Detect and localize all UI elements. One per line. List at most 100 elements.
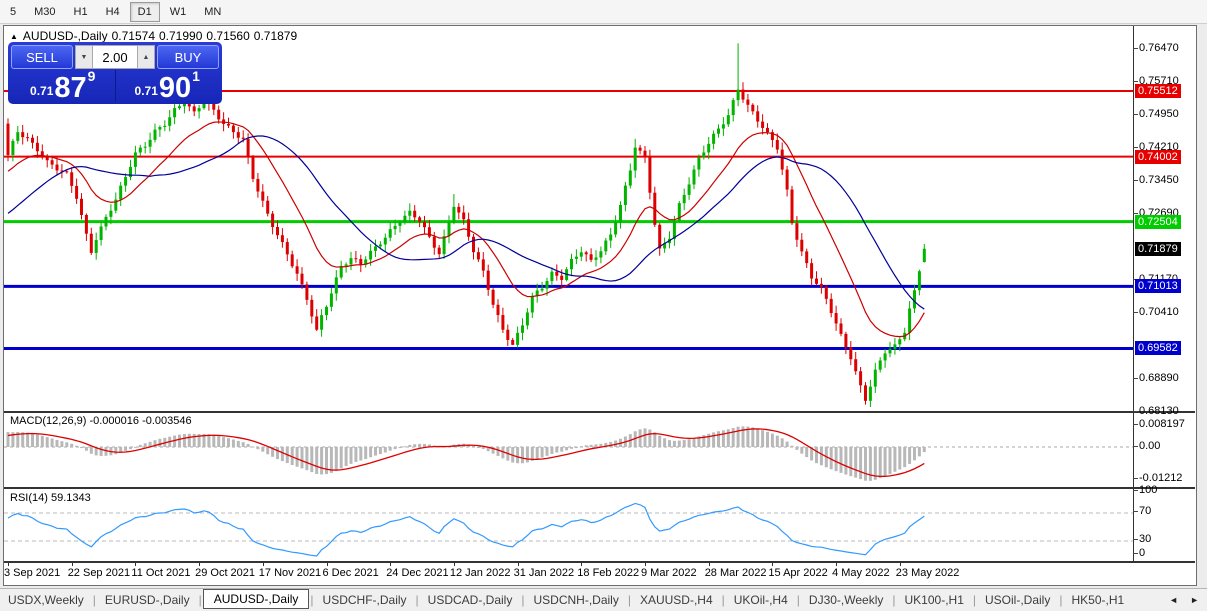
ohlc-low: 0.71560	[206, 29, 250, 43]
tab-separator: |	[1059, 593, 1063, 607]
bid-sup: 9	[87, 68, 96, 84]
time-axis-tick	[708, 562, 710, 566]
price-level-label: 0.75512	[1135, 84, 1181, 98]
price-level-label: 0.71013	[1135, 279, 1181, 294]
time-axis-tick	[262, 562, 264, 566]
timeframe-button-mn[interactable]: MN	[196, 2, 229, 22]
tab-separator: |	[310, 593, 314, 607]
tab-scroll-right-icon[interactable]: ►	[1190, 595, 1199, 605]
volume-stepper: ▼ 2.00 ▲	[75, 45, 155, 69]
chart-tab-ukoil-h4[interactable]: UKOil-,H4	[726, 591, 796, 609]
macd-indicator-label: MACD(12,26,9) -0.000016 -0.003546	[10, 415, 192, 427]
chart-tab-usdcad-daily[interactable]: USDCAD-,Daily	[420, 591, 521, 609]
buy-button[interactable]: BUY	[157, 45, 219, 69]
time-axis-label: 4 May 2022	[832, 567, 890, 579]
time-axis-label: 24 Dec 2021	[386, 567, 449, 579]
rsi-axis-tick: 70	[1132, 505, 1152, 517]
chart-tab-usdx-weekly[interactable]: USDX,Weekly	[0, 591, 92, 609]
bid-small: 0.71	[30, 84, 54, 98]
rsi-axis-tick: 30	[1132, 533, 1152, 545]
time-axis-label: 18 Feb 2022	[577, 567, 640, 579]
price-axis-tick: 0.70410	[1133, 305, 1179, 318]
chart-tab-bar: USDX,Weekly | EURUSD-,Daily | AUDUSD-,Daily |…	[0, 588, 1207, 611]
ohlc-high: 0.71990	[159, 29, 203, 43]
tab-separator: |	[521, 593, 525, 607]
price-axis-tick: 0.76470	[1133, 42, 1179, 55]
chart-tab-dj30-weekly[interactable]: DJ30-,Weekly	[801, 591, 891, 609]
time-axis-tick	[71, 562, 73, 566]
tab-separator: |	[972, 593, 976, 607]
time-axis-tick	[453, 562, 455, 566]
price-axis-tick: 0.74950	[1133, 108, 1179, 121]
rsi-pane[interactable]	[4, 489, 1133, 562]
time-axis-tick	[326, 562, 328, 566]
chart-tab-hk50-h1[interactable]: HK50-,H1	[1063, 591, 1132, 609]
macd-axis-tick: 0.00	[1132, 440, 1161, 452]
chart-tab-eurusd-daily[interactable]: EURUSD-,Daily	[97, 591, 198, 609]
rsi-axis-tick: 100	[1132, 484, 1158, 496]
time-axis-label: 3 Sep 2021	[4, 567, 61, 579]
pane-separator[interactable]	[4, 411, 1195, 413]
time-axis-tick	[517, 562, 519, 566]
tab-separator: |	[415, 593, 419, 607]
price-level-label: 0.74002	[1135, 149, 1181, 164]
time-axis-tick	[390, 562, 392, 566]
time-axis-tick	[199, 562, 201, 566]
time-axis-label: 31 Jan 2022	[513, 567, 575, 579]
price-axis-tick: 0.73450	[1133, 173, 1179, 186]
time-axis-label: 28 Mar 2022	[704, 567, 767, 579]
time-axis-tick	[899, 562, 901, 566]
timeframe-button-5[interactable]: 5	[2, 2, 24, 22]
timeframe-button-w1[interactable]: W1	[162, 2, 195, 22]
chart-tab-xauusd-h4[interactable]: XAUUSD-,H4	[632, 591, 721, 609]
chart-symbol-label: AUDUSD-,Daily	[22, 29, 108, 43]
bid-price: 0.71 87 9	[11, 68, 116, 103]
chart-tab-usoil-daily[interactable]: USOil-,Daily	[977, 591, 1058, 609]
ohlc-close: 0.71879	[253, 29, 298, 43]
time-axis-label: 22 Sep 2021	[67, 567, 131, 579]
chart-title: ▲ AUDUSD-,Daily 0.71574 0.71990 0.71560 0.718…	[10, 29, 301, 43]
tab-separator: |	[627, 593, 631, 607]
volume-increase-button[interactable]: ▲	[137, 45, 155, 69]
volume-field[interactable]: 2.00	[93, 45, 137, 69]
tab-separator: |	[796, 593, 800, 607]
one-click-trading-panel: SELL ▼ 2.00 ▲ BUY 0.71 87 9 0.71 90 1	[8, 42, 222, 104]
ask-price: 0.71 90 1	[116, 68, 220, 103]
rsi-axis-tick: 0	[1132, 547, 1146, 559]
spin-up-icon: ▲	[142, 53, 150, 61]
rsi-indicator-label: RSI(14) 59.1343	[10, 492, 91, 504]
tab-separator: |	[92, 593, 96, 607]
timeframe-button-h1[interactable]: H1	[66, 2, 96, 22]
time-axis-label: 9 Mar 2022	[641, 567, 697, 579]
macd-axis-tick: 0.008197	[1133, 418, 1185, 431]
volume-decrease-button[interactable]: ▼	[75, 45, 93, 69]
time-axis-label: 17 Nov 2021	[258, 567, 322, 579]
time-axis-tick	[772, 562, 774, 566]
price-level-label: 0.69582	[1135, 341, 1181, 356]
time-axis-tick	[581, 562, 583, 566]
time-axis-tick	[836, 562, 838, 566]
tab-scroll-left-icon[interactable]: ◄	[1169, 595, 1178, 605]
price-axis-line	[1133, 26, 1134, 562]
time-axis-tick	[8, 562, 9, 566]
tab-separator: |	[721, 593, 725, 607]
time-axis-label: 23 May 2022	[895, 567, 960, 579]
pane-separator[interactable]	[4, 487, 1195, 489]
chart-tab-usdchf-daily[interactable]: USDCHF-,Daily	[315, 591, 415, 609]
pane-separator	[4, 561, 1195, 563]
timeframe-button-m30[interactable]: M30	[26, 2, 63, 22]
ohlc-open: 0.71574	[111, 29, 155, 43]
time-axis-label: 12 Jan 2022	[449, 567, 511, 579]
time-axis-label: 6 Dec 2021	[322, 567, 379, 579]
collapse-panel-icon[interactable]: ▲	[10, 32, 18, 41]
ask-small: 0.71	[134, 84, 158, 98]
chart-tab-audusd-daily[interactable]: AUDUSD-,Daily	[202, 589, 310, 609]
bid-price-label: 0.71879	[1135, 241, 1181, 256]
timeframe-button-h4[interactable]: H4	[98, 2, 128, 22]
chart-tab-uk100-h1[interactable]: UK100-,H1	[897, 591, 972, 609]
timeframe-toolbar: 5 M30 H1 H4 D1 W1 MN	[0, 0, 1207, 24]
chart-tab-usdcnh-daily[interactable]: USDCNH-,Daily	[525, 591, 626, 609]
time-axis-tick	[645, 562, 646, 566]
timeframe-button-d1[interactable]: D1	[129, 1, 160, 22]
sell-button[interactable]: SELL	[11, 45, 73, 69]
